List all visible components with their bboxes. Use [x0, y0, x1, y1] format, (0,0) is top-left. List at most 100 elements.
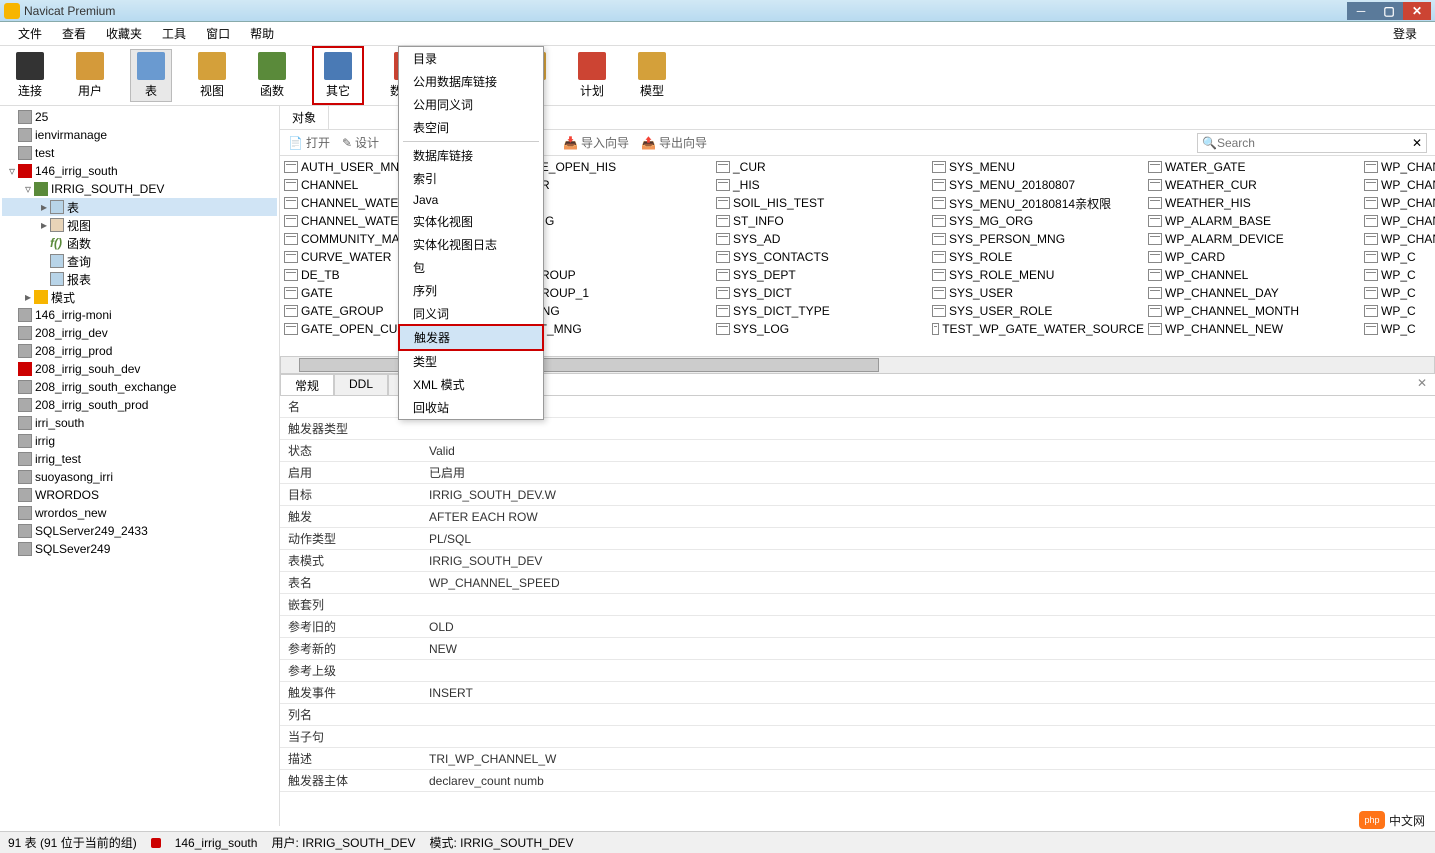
table-item[interactable]: WP_CHANNEL_MONTH: [1146, 302, 1362, 320]
maximize-button[interactable]: ▢: [1375, 2, 1403, 20]
tree-item[interactable]: 208_irrig_south_exchange: [2, 378, 277, 396]
table-item[interactable]: _HIS: [714, 176, 930, 194]
menu-help[interactable]: 帮助: [240, 23, 284, 44]
tree-item[interactable]: test: [2, 144, 277, 162]
table-item[interactable]: WP_C: [1362, 266, 1435, 284]
tree-item[interactable]: 查询: [2, 252, 277, 270]
table-item[interactable]: SYS_ROLE: [930, 248, 1146, 266]
toolbar-function[interactable]: 函数: [252, 50, 292, 101]
tree-item[interactable]: irrig_test: [2, 450, 277, 468]
dropdown-item[interactable]: 目录: [399, 47, 543, 70]
tree-item[interactable]: 25: [2, 108, 277, 126]
table-item[interactable]: SYS_LOG: [714, 320, 930, 338]
table-item[interactable]: ST_INFO: [714, 212, 930, 230]
tree-item[interactable]: 报表: [2, 270, 277, 288]
dropdown-item[interactable]: 实体化视图日志: [399, 233, 543, 256]
table-item[interactable]: WP_C: [1362, 284, 1435, 302]
dropdown-item[interactable]: 表空间: [399, 116, 543, 139]
table-item[interactable]: SYS_DEPT: [714, 266, 930, 284]
tree-item[interactable]: f()函数: [2, 234, 277, 252]
toolbar-view[interactable]: 视图: [192, 50, 232, 101]
menu-window[interactable]: 窗口: [196, 23, 240, 44]
tree-item[interactable]: suoyasong_irri: [2, 468, 277, 486]
dropdown-item[interactable]: 公用同义词: [399, 93, 543, 116]
tree-item[interactable]: 208_irrig_prod: [2, 342, 277, 360]
dropdown-item[interactable]: 序列: [399, 279, 543, 302]
table-item[interactable]: SYS_MG_ORG: [930, 212, 1146, 230]
tree-item[interactable]: ienvirmanage: [2, 126, 277, 144]
table-item[interactable]: WP_ALARM_BASE: [1146, 212, 1362, 230]
tree-item[interactable]: SQLServer249_2433: [2, 522, 277, 540]
table-item[interactable]: WP_C: [1362, 320, 1435, 338]
dropdown-item[interactable]: 实体化视图: [399, 210, 543, 233]
table-item[interactable]: WP_C: [1362, 302, 1435, 320]
toolbar-user[interactable]: 用户: [70, 50, 110, 101]
menu-view[interactable]: 查看: [52, 23, 96, 44]
tree-item[interactable]: wrordos_new: [2, 504, 277, 522]
login-link[interactable]: 登录: [1383, 23, 1427, 44]
import-wizard-button[interactable]: 📥导入向导: [563, 134, 629, 151]
table-item[interactable]: WEATHER_HIS: [1146, 194, 1362, 212]
table-item[interactable]: WP_CHANNEL_DAY: [1146, 284, 1362, 302]
tree-item[interactable]: ▿IRRIG_SOUTH_DEV: [2, 180, 277, 198]
menu-tools[interactable]: 工具: [152, 23, 196, 44]
tree-item[interactable]: ▸表: [2, 198, 277, 216]
table-item[interactable]: WP_CHANNEL: [1146, 266, 1362, 284]
table-item[interactable]: SYS_AD: [714, 230, 930, 248]
dropdown-item[interactable]: Java: [399, 190, 543, 210]
tree-item[interactable]: 208_irrig_dev: [2, 324, 277, 342]
dropdown-item[interactable]: XML 模式: [399, 373, 543, 396]
table-item[interactable]: WP_CHANNEL_WATER_DIF: [1362, 212, 1435, 230]
tree-item[interactable]: irri_south: [2, 414, 277, 432]
toolbar-other[interactable]: 其它: [312, 46, 364, 105]
dropdown-item[interactable]: 包: [399, 256, 543, 279]
table-item[interactable]: WP_ALARM_DEVICE: [1146, 230, 1362, 248]
table-item[interactable]: SYS_USER: [930, 284, 1146, 302]
tree-item[interactable]: ▸模式: [2, 288, 277, 306]
table-item[interactable]: WP_CHANNEL_SPEED: [1362, 176, 1435, 194]
export-wizard-button[interactable]: 📤导出向导: [641, 134, 707, 151]
toolbar-connect[interactable]: 连接: [10, 50, 50, 101]
table-item[interactable]: WP_CHANNEL_WATER_DAY: [1362, 194, 1435, 212]
table-item[interactable]: TEST_WP_GATE_WATER_SOURCE: [930, 320, 1146, 338]
table-item[interactable]: SYS_MENU: [930, 158, 1146, 176]
design-table-button[interactable]: ✎设计: [342, 134, 379, 151]
tab-ddl[interactable]: DDL: [334, 374, 388, 395]
dropdown-item[interactable]: 类型: [399, 350, 543, 373]
minimize-button[interactable]: ─: [1347, 2, 1375, 20]
clear-search-icon[interactable]: ✕: [1412, 136, 1422, 150]
table-item[interactable]: SYS_MENU_20180814亲权限: [930, 194, 1146, 212]
toolbar-plan[interactable]: 计划: [572, 50, 612, 101]
table-item[interactable]: SOIL_HIS_TEST: [714, 194, 930, 212]
table-item[interactable]: WP_CARD: [1146, 248, 1362, 266]
search-input[interactable]: [1217, 136, 1412, 150]
tree-item[interactable]: WRORDOS: [2, 486, 277, 504]
close-panel-button[interactable]: ✕: [1409, 374, 1435, 395]
tree-item[interactable]: 146_irrig-moni: [2, 306, 277, 324]
menu-favorites[interactable]: 收藏夹: [96, 23, 152, 44]
table-item[interactable]: WP_C: [1362, 248, 1435, 266]
connection-tree[interactable]: 25ienvirmanagetest▿146_irrig_south▿IRRIG…: [0, 106, 280, 826]
close-button[interactable]: ✕: [1403, 2, 1431, 20]
table-item[interactable]: WP_CHANNEL_WATER_HIS: [1362, 230, 1435, 248]
table-item[interactable]: SYS_CONTACTS: [714, 248, 930, 266]
dropdown-item[interactable]: 触发器: [398, 324, 544, 351]
table-item[interactable]: WEATHER_CUR: [1146, 176, 1362, 194]
table-item[interactable]: SYS_ROLE_MENU: [930, 266, 1146, 284]
dropdown-item[interactable]: 回收站: [399, 396, 543, 419]
tree-item[interactable]: SQLSever249: [2, 540, 277, 558]
table-item[interactable]: WP_CHANNEL_NEW: [1146, 320, 1362, 338]
tree-item[interactable]: ▿146_irrig_south: [2, 162, 277, 180]
table-item[interactable]: SYS_USER_ROLE: [930, 302, 1146, 320]
table-item[interactable]: SYS_DICT_TYPE: [714, 302, 930, 320]
table-item[interactable]: WATER_GATE: [1146, 158, 1362, 176]
toolbar-table[interactable]: 表: [130, 49, 172, 102]
tab-general[interactable]: 常规: [280, 374, 334, 395]
table-item[interactable]: SYS_MENU_20180807: [930, 176, 1146, 194]
tree-item[interactable]: 208_irrig_souh_dev: [2, 360, 277, 378]
table-item[interactable]: SYS_DICT: [714, 284, 930, 302]
tree-item[interactable]: 208_irrig_south_prod: [2, 396, 277, 414]
tree-item[interactable]: ▸视图: [2, 216, 277, 234]
open-table-button[interactable]: 📄打开: [288, 134, 330, 151]
dropdown-item[interactable]: 同义词: [399, 302, 543, 325]
